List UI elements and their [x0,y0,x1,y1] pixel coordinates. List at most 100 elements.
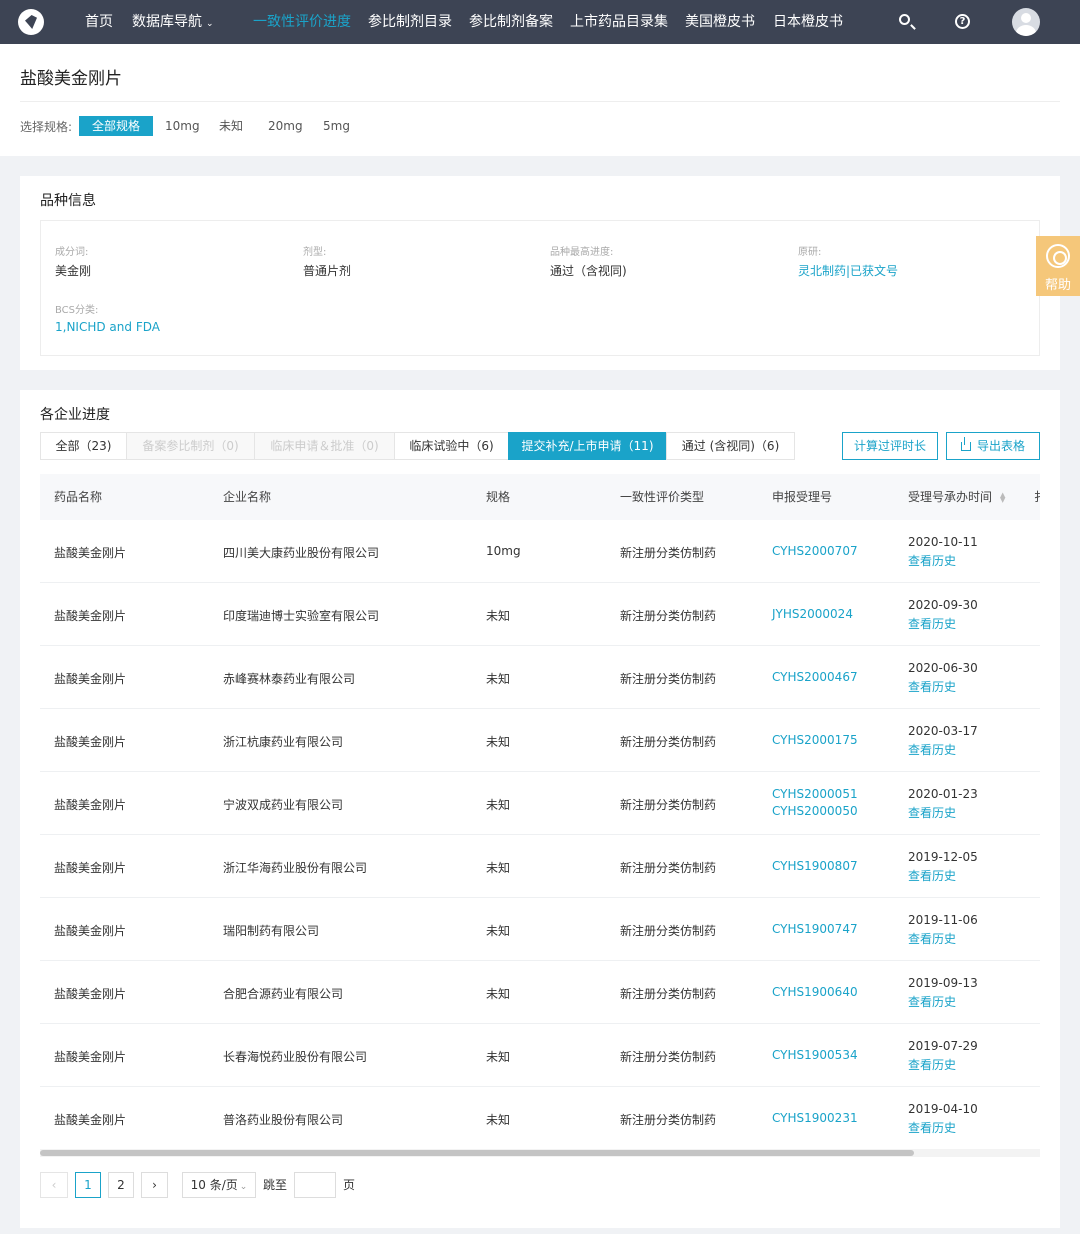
cell-type: 新注册分类仿制药 [620,672,717,686]
table-row: 盐酸美金刚片 四川美大康药业股份有限公司 10mg 新注册分类仿制药 CYHS20007… [40,520,1040,583]
info-label-ingredient: 成分词: [55,247,89,258]
tab-clinical-trial[interactable]: 临床试验中（6) [394,432,509,460]
nav-item-reference-catalog[interactable]: 参比制剂目录 [368,0,452,44]
next-page-button[interactable]: › [141,1172,168,1198]
table-row: 盐酸美金刚片 宁波双成药业有限公司 未知 新注册分类仿制药 CYHS2000051 CYH… [40,772,1040,835]
table-row: 盐酸美金刚片 瑞阳制药有限公司 未知 新注册分类仿制药 CYHS1900747 2019-… [40,898,1040,961]
column-header-date[interactable]: 受理号承办时间 ▲ ▼ [908,474,1005,520]
cell-acceptance-no-link[interactable]: CYHS1900231 [772,1111,858,1125]
tab-passed[interactable]: 通过 (含视同)（6) [666,432,795,460]
tab-clinical-application[interactable]: 临床申请＆批准（0) [254,432,395,460]
info-value-bcs-link[interactable]: 1,NICHD and FDA [55,320,160,334]
cell-spec: 未知 [486,861,511,875]
page-title: 盐酸美金刚片 [20,69,122,89]
cell-spec: 未知 [486,1113,511,1127]
enterprise-progress-title: 各企业进度 [40,407,110,423]
cell-acceptance-no-link[interactable]: CYHS1900807 [772,859,858,873]
cell-acceptance-no-link[interactable]: CYHS1900747 [772,922,858,936]
table-row: 盐酸美金刚片 赤峰赛林泰药业有限公司 未知 新注册分类仿制药 CYHS2000467 20… [40,646,1040,709]
cell-company: 合肥合源药业有限公司 [223,987,344,1001]
cell-type: 新注册分类仿制药 [620,1113,717,1127]
table-row: 盐酸美金刚片 浙江杭康药业有限公司 未知 新注册分类仿制药 CYHS2000175 202… [40,709,1040,772]
cell-date: 2020-01-23 [908,787,978,801]
cell-acceptance-no-link[interactable]: CYHS2000051 [772,787,858,801]
calc-duration-button[interactable]: 计算过评时长 [842,432,938,460]
prev-page-button[interactable]: ‹ [40,1172,68,1198]
table-row: 盐酸美金刚片 长春海悦药业股份有限公司 未知 新注册分类仿制药 CYHS1900534 2… [40,1024,1040,1087]
top-nav: 首页 数据库导航 ⌄ 一致性评价进度 参比制剂目录 参比制剂备案 上市药品目录集 … [0,0,1080,44]
jump-page-input[interactable] [294,1172,336,1198]
export-table-label: 导出表格 [976,439,1025,453]
view-history-link[interactable]: 查看历史 [908,552,956,569]
view-history-link[interactable]: 查看历史 [908,1056,956,1073]
cell-acceptance-no-link[interactable]: CYHS2000467 [772,670,858,684]
tab-reference-filing[interactable]: 备案参比制剂（0) [126,432,255,460]
cell-date: 2019-11-06 [908,913,978,927]
view-history-link[interactable]: 查看历史 [908,930,956,947]
page-2-button[interactable]: 2 [108,1172,134,1198]
info-value-top-progress: 通过（含视同) [550,264,627,278]
variety-info-title: 品种信息 [40,193,96,209]
view-history-link[interactable]: 查看历史 [908,804,956,821]
help-float-button[interactable]: 帮助 [1036,236,1080,296]
cell-company: 长春海悦药业股份有限公司 [223,1050,368,1064]
cell-acceptance-no-link[interactable]: JYHS2000024 [772,607,853,621]
variety-info-card: 品种信息 成分词: 美金刚 剂型: 普通片剂 品种最高进度: 通过（含视同) 原… [20,176,1060,370]
lifebuoy-icon [1046,244,1070,268]
view-history-link[interactable]: 查看历史 [908,867,956,884]
cell-type: 新注册分类仿制药 [620,735,717,749]
cell-drug-name: 盐酸美金刚片 [54,1050,127,1064]
spec-option-5mg[interactable]: 5mg [323,116,350,136]
cell-acceptance-no-link[interactable]: CYHS2000175 [772,733,858,747]
logo-icon[interactable] [18,9,44,35]
nav-item-jp-orange-book[interactable]: 日本橙皮书 [773,0,843,44]
cell-company: 浙江杭康药业有限公司 [223,735,344,749]
cell-acceptance-no-link[interactable]: CYHS1900534 [772,1048,858,1062]
info-label-dosage-form: 剂型: [303,247,327,258]
chevron-down-icon: ⌄ [239,1182,248,1192]
view-history-link[interactable]: 查看历史 [908,678,956,695]
view-history-link[interactable]: 查看历史 [908,615,956,632]
spec-option-20mg[interactable]: 20mg [268,116,303,136]
jump-label: 跳至 [263,1178,288,1192]
page-size-select[interactable]: 10 条/页 ⌄ [182,1172,256,1198]
avatar[interactable] [1012,8,1040,36]
cell-spec: 未知 [486,924,511,938]
nav-item-home[interactable]: 首页 [85,0,113,44]
column-header-type: 一致性评价类型 [620,490,705,504]
cell-acceptance-no-link[interactable]: CYHS1900640 [772,985,858,999]
header-panel: 盐酸美金刚片 选择规格: 全部规格 10mg 未知 20mg 5mg [0,44,1080,156]
view-history-link[interactable]: 查看历史 [908,1119,956,1136]
cell-company: 瑞阳制药有限公司 [223,924,320,938]
cell-company: 普洛药业股份有限公司 [223,1113,344,1127]
nav-item-database[interactable]: 数据库导航 ⌄ [132,0,214,44]
scrollbar-thumb[interactable] [40,1150,914,1156]
nav-item-us-orange-book[interactable]: 美国橙皮书 [685,0,755,44]
cell-date: 2019-12-05 [908,850,978,864]
divider [20,101,1060,102]
help-circle-icon[interactable]: ? [953,12,973,32]
view-history-link[interactable]: 查看历史 [908,993,956,1010]
spec-option-all[interactable]: 全部规格 [79,116,154,136]
spec-option-unknown[interactable]: 未知 [219,116,243,136]
spec-option-10mg[interactable]: 10mg [165,116,200,136]
page-1-button[interactable]: 1 [75,1172,101,1198]
search-icon[interactable] [896,12,916,32]
cell-spec: 未知 [486,609,511,623]
tab-submission[interactable]: 提交补充/上市申请（11) [508,432,667,460]
sort-icon[interactable]: ▲ ▼ [1000,491,1005,503]
horizontal-scrollbar[interactable] [40,1149,1040,1157]
cell-acceptance-no-link[interactable]: CYHS2000050 [772,804,858,818]
nav-item-listed-drugs[interactable]: 上市药品目录集 [570,0,668,44]
export-table-button[interactable]: 导出表格 [946,432,1040,460]
cell-date: 2020-06-30 [908,661,978,675]
column-header-company: 企业名称 [223,490,272,504]
cell-acceptance-no-link[interactable]: CYHS2000707 [772,544,858,558]
nav-item-consistency[interactable]: 一致性评价进度 [253,0,351,44]
view-history-link[interactable]: 查看历史 [908,741,956,758]
cell-company: 四川美大康药业股份有限公司 [223,546,380,560]
page-unit-label: 页 [343,1178,356,1192]
tab-all[interactable]: 全部（23) [40,432,127,460]
info-value-originator-link[interactable]: 灵北制药|已获文号 [798,262,898,279]
nav-item-reference-filing[interactable]: 参比制剂备案 [469,0,553,44]
